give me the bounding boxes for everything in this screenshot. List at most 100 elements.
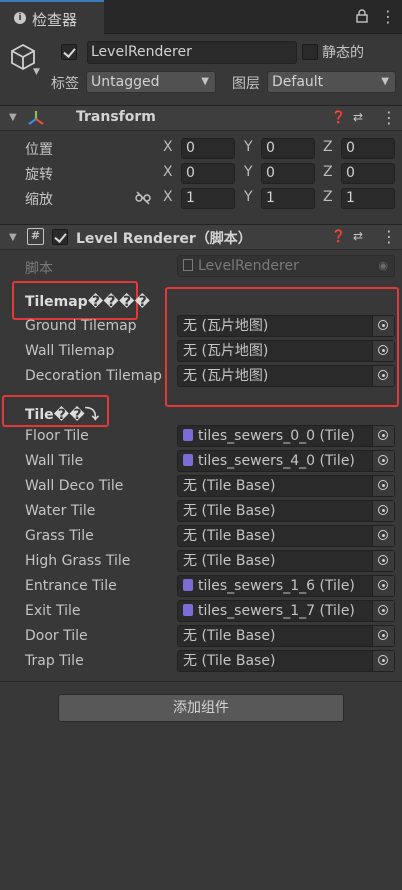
axis-label[interactable]: X bbox=[163, 139, 173, 155]
field-label: Wall Tile bbox=[25, 453, 84, 469]
ground-tilemap-field[interactable]: 无 (瓦片地图) bbox=[177, 315, 395, 337]
axis-label[interactable]: X bbox=[163, 189, 173, 205]
axis-label[interactable]: Z bbox=[323, 164, 333, 180]
script-label: 脚本 bbox=[25, 261, 53, 277]
field-value: tiles_sewers_1_6 (Tile) bbox=[198, 578, 355, 594]
field-label: High Grass Tile bbox=[25, 553, 131, 569]
y-field[interactable]: 1 bbox=[261, 188, 315, 209]
axis-label[interactable]: Y bbox=[244, 164, 253, 180]
object-picker-icon[interactable] bbox=[372, 526, 394, 546]
field-value: 无 (Tile Base) bbox=[183, 653, 276, 669]
tile-asset-icon bbox=[183, 604, 193, 616]
object-picker-icon[interactable] bbox=[372, 651, 394, 671]
decoration-tilemap-field[interactable]: 无 (瓦片地图) bbox=[177, 365, 395, 387]
field-value: tiles_sewers_1_7 (Tile) bbox=[198, 603, 355, 619]
preset-icon[interactable]: ⇄ bbox=[353, 229, 363, 243]
object-picker-icon[interactable] bbox=[372, 451, 394, 471]
field-value: 无 (Tile Base) bbox=[183, 528, 276, 544]
object-name-field[interactable]: LevelRenderer bbox=[87, 41, 297, 64]
field-label: Decoration Tilemap bbox=[25, 368, 162, 384]
field-label: Wall Tilemap bbox=[25, 343, 115, 359]
lock-icon[interactable] bbox=[356, 9, 368, 23]
door-tile-field[interactable]: 无 (Tile Base) bbox=[177, 625, 395, 647]
static-label: 静态的 bbox=[322, 45, 364, 61]
level-renderer-title: Level Renderer（脚本） bbox=[76, 231, 252, 247]
row-label: 旋转 bbox=[25, 167, 53, 183]
field-value: 无 (瓦片地图) bbox=[183, 318, 269, 334]
chevron-down-icon[interactable]: ▼ bbox=[33, 67, 40, 77]
floor-tile-field[interactable]: tiles_sewers_0_0 (Tile) bbox=[177, 425, 395, 447]
unlink-scale-icon[interactable] bbox=[135, 191, 151, 205]
object-picker-icon[interactable] bbox=[372, 476, 394, 496]
object-picker-icon[interactable] bbox=[372, 601, 394, 621]
script-field: LevelRenderer ◉ bbox=[177, 255, 395, 277]
object-picker-icon[interactable] bbox=[372, 576, 394, 596]
object-picker-icon[interactable] bbox=[372, 366, 394, 386]
field-label: Trap Tile bbox=[25, 653, 84, 669]
help-icon[interactable]: ❓ bbox=[331, 110, 346, 124]
object-picker-icon[interactable] bbox=[372, 426, 394, 446]
add-component-button[interactable]: 添加组件 bbox=[58, 694, 344, 722]
high-grass-tile-field[interactable]: 无 (Tile Base) bbox=[177, 550, 395, 572]
object-picker-icon[interactable] bbox=[372, 501, 394, 521]
menu-icon[interactable]: ⋮ bbox=[380, 7, 396, 26]
y-field[interactable]: 0 bbox=[261, 163, 315, 184]
layer-dropdown[interactable]: Default ▼ bbox=[267, 71, 396, 93]
tile-header: Tile��⤵ bbox=[25, 407, 99, 423]
y-field[interactable]: 0 bbox=[261, 138, 315, 159]
water-tile-field[interactable]: 无 (Tile Base) bbox=[177, 500, 395, 522]
grass-tile-field[interactable]: 无 (Tile Base) bbox=[177, 525, 395, 547]
object-picker-icon[interactable] bbox=[372, 341, 394, 361]
object-picker-icon[interactable] bbox=[372, 316, 394, 336]
info-icon: i bbox=[14, 12, 26, 24]
field-label: Ground Tilemap bbox=[25, 318, 137, 334]
x-field[interactable]: 1 bbox=[181, 188, 235, 209]
foldout-arrow-icon[interactable]: ▼ bbox=[9, 232, 17, 243]
tag-label: 标签 bbox=[51, 76, 79, 92]
tag-dropdown[interactable]: Untagged ▼ bbox=[86, 71, 216, 93]
tile-asset-icon bbox=[183, 454, 193, 466]
object-picker-icon[interactable] bbox=[372, 551, 394, 571]
field-label: Wall Deco Tile bbox=[25, 478, 124, 494]
static-checkbox[interactable] bbox=[302, 44, 318, 60]
wall-tile-field[interactable]: tiles_sewers_4_0 (Tile) bbox=[177, 450, 395, 472]
menu-icon[interactable]: ⋮ bbox=[381, 108, 397, 127]
z-field[interactable]: 0 bbox=[341, 163, 395, 184]
field-value: tiles_sewers_4_0 (Tile) bbox=[198, 453, 355, 469]
help-icon[interactable]: ❓ bbox=[331, 229, 346, 243]
menu-icon[interactable]: ⋮ bbox=[381, 227, 397, 246]
foldout-arrow-icon[interactable]: ▼ bbox=[9, 112, 17, 123]
wall-deco-tile-field[interactable]: 无 (Tile Base) bbox=[177, 475, 395, 497]
exit-tile-field[interactable]: tiles_sewers_1_7 (Tile) bbox=[177, 600, 395, 622]
axis-label[interactable]: X bbox=[163, 164, 173, 180]
entrance-tile-field[interactable]: tiles_sewers_1_6 (Tile) bbox=[177, 575, 395, 597]
component-enabled-checkbox[interactable] bbox=[52, 229, 68, 245]
script-file-icon bbox=[183, 259, 193, 271]
axis-label[interactable]: Y bbox=[244, 189, 253, 205]
divider bbox=[0, 681, 402, 682]
axis-label[interactable]: Z bbox=[323, 189, 333, 205]
object-picker-icon[interactable] bbox=[372, 626, 394, 646]
axis-label[interactable]: Y bbox=[244, 139, 253, 155]
transform-icon bbox=[28, 111, 44, 125]
field-value: 无 (瓦片地图) bbox=[183, 368, 269, 384]
x-field[interactable]: 0 bbox=[181, 138, 235, 159]
tag-value: Untagged bbox=[91, 74, 160, 90]
z-field[interactable]: 0 bbox=[341, 138, 395, 159]
wall-tilemap-field[interactable]: 无 (瓦片地图) bbox=[177, 340, 395, 362]
layer-value: Default bbox=[272, 74, 324, 90]
axis-label[interactable]: Z bbox=[323, 139, 333, 155]
field-label: Water Tile bbox=[25, 503, 96, 519]
transform-title: Transform bbox=[76, 109, 156, 125]
field-value: tiles_sewers_0_0 (Tile) bbox=[198, 428, 355, 444]
field-value: 无 (瓦片地图) bbox=[183, 343, 269, 359]
field-label: Entrance Tile bbox=[25, 578, 117, 594]
preset-icon[interactable]: ⇄ bbox=[353, 110, 363, 124]
active-checkbox[interactable] bbox=[61, 44, 77, 60]
x-field[interactable]: 0 bbox=[181, 163, 235, 184]
z-field[interactable]: 1 bbox=[341, 188, 395, 209]
tile-asset-icon bbox=[183, 579, 193, 591]
trap-tile-field[interactable]: 无 (Tile Base) bbox=[177, 650, 395, 672]
tab-inspector[interactable]: i 检查器 bbox=[0, 0, 104, 34]
chevron-down-icon: ▼ bbox=[381, 76, 389, 87]
